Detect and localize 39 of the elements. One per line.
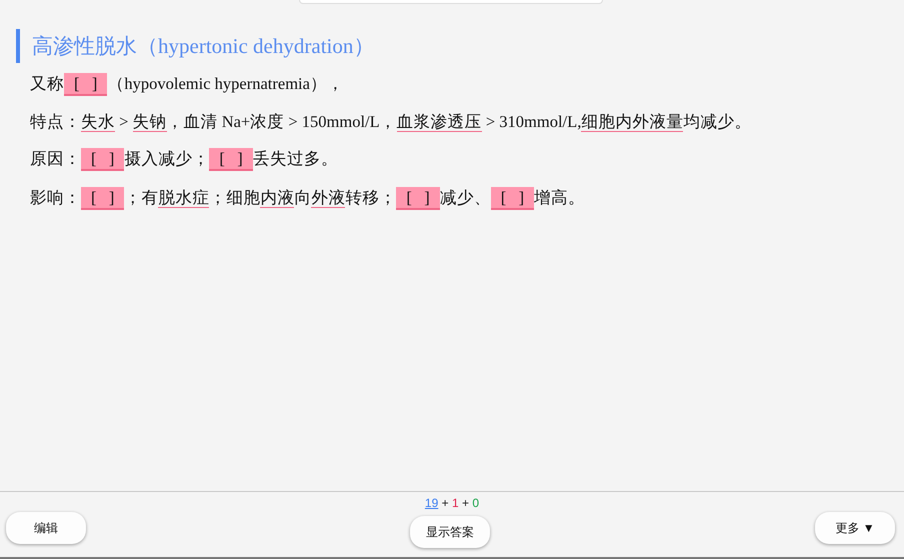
underlined-term: 失水: [81, 112, 115, 132]
text: > 310mmol/L,: [484, 112, 582, 131]
text: 增高。: [534, 188, 586, 207]
text: 丢失过多。: [252, 149, 338, 168]
edit-button[interactable]: 编辑: [6, 512, 86, 544]
text: ；有: [124, 188, 158, 207]
cloze-blank[interactable]: [ ]: [209, 148, 253, 171]
underlined-term: 血浆渗透压: [396, 112, 482, 132]
text: 原因：: [30, 149, 81, 168]
text: 又称: [30, 74, 64, 93]
text: ；细胞: [209, 188, 260, 207]
card-heading: 高渗性脱水（hypertonic dehydration）: [16, 29, 888, 63]
cloze-blank[interactable]: [ ]: [81, 148, 124, 171]
cloze-blank[interactable]: [ ]: [81, 187, 124, 210]
text: ，血清 Na+浓度 > 150mmol/L，: [166, 112, 397, 131]
text: 减少、: [440, 188, 491, 207]
cloze-blank[interactable]: [ ]: [396, 187, 440, 210]
more-button[interactable]: 更多 ▼: [815, 512, 895, 544]
underlined-term: 脱水症: [158, 188, 210, 208]
underlined-term: 细胞内外液量: [581, 112, 684, 132]
text: 特点：: [30, 112, 81, 131]
text: 影响：: [30, 188, 81, 207]
underlined-term: 内液: [260, 188, 294, 208]
text: 摄入减少；: [124, 149, 210, 168]
learning-count: 1: [452, 496, 459, 510]
text: 向: [294, 188, 312, 207]
cloze-blank[interactable]: [ ]: [64, 73, 108, 96]
text: 转移；: [345, 188, 396, 207]
cloze-blank[interactable]: [ ]: [490, 187, 534, 210]
new-count[interactable]: 19: [424, 496, 438, 510]
text: 均减少。: [683, 112, 752, 131]
review-count: 0: [472, 496, 480, 510]
underlined-term: 外液: [311, 188, 346, 208]
text: （hypovolemic hypernatremia），: [107, 74, 344, 93]
show-answer-button[interactable]: 显示答案: [410, 516, 490, 548]
plus-sign: +: [462, 496, 470, 510]
text: >: [118, 112, 130, 131]
underlined-term: 失钠: [132, 112, 167, 132]
plus-sign: +: [442, 496, 449, 510]
